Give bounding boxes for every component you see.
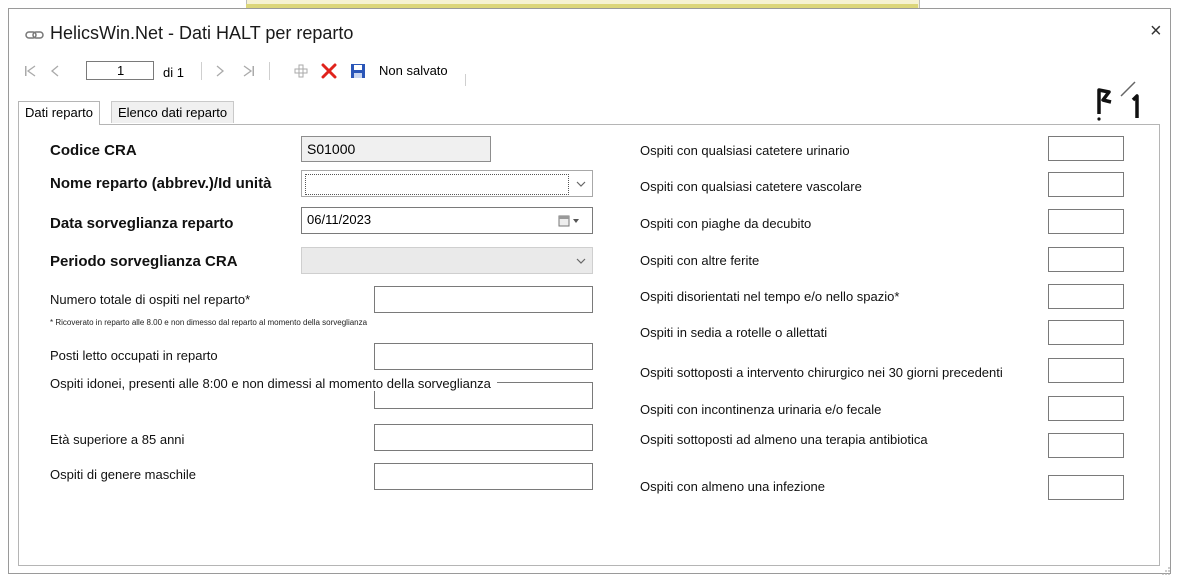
first-record-icon[interactable] <box>24 65 36 77</box>
numero-totale-note: * Ricoverato in reparto alle 8.00 e non … <box>50 318 368 327</box>
data-sorveglianza-picker[interactable]: 06/11/2023 <box>301 207 593 234</box>
sedia-rotelle-label: Ospiti in sedia a rotelle o allettati <box>640 325 828 340</box>
posti-letto-input[interactable] <box>374 343 593 370</box>
incontinenza-input[interactable] <box>1048 396 1124 421</box>
save-status-label: Non salvato <box>379 63 448 78</box>
eta-85-label: Età superiore a 85 anni <box>50 432 185 447</box>
genere-maschile-input[interactable] <box>374 463 593 490</box>
sedia-rotelle-input[interactable] <box>1048 320 1124 345</box>
catetere-urinario-label: Ospiti con qualsiasi catetere urinario <box>640 143 850 158</box>
window-title: HelicsWin.Net - Dati HALT per reparto <box>50 23 354 43</box>
previous-record-icon[interactable] <box>50 65 60 77</box>
piaghe-decubito-label: Ospiti con piaghe da decubito <box>640 216 812 231</box>
tab-dati-reparto[interactable]: Dati reparto <box>18 101 100 125</box>
save-icon[interactable] <box>350 63 366 79</box>
posti-letto-label: Posti letto occupati in reparto <box>50 348 218 363</box>
next-record-icon[interactable] <box>215 65 225 77</box>
toolbar-separator <box>201 62 202 80</box>
calendar-icon[interactable] <box>558 215 582 227</box>
toolbar-separator <box>269 62 270 80</box>
close-button[interactable]: × <box>1150 20 1162 43</box>
toolbar-separator <box>465 74 466 86</box>
ospiti-idonei-label: Ospiti idonei, presenti alle 8:00 e non … <box>50 376 497 391</box>
intervento-chirurgico-label: Ospiti sottoposti a intervento chirurgic… <box>640 365 1003 380</box>
terapia-antibiotica-input[interactable] <box>1048 433 1124 458</box>
link-icon <box>25 31 44 39</box>
periodo-sorveglianza-select[interactable] <box>301 247 593 274</box>
chevron-down-icon <box>576 181 586 187</box>
numero-totale-input[interactable] <box>374 286 593 313</box>
incontinenza-label: Ospiti con incontinenza urinaria e/o fec… <box>640 402 882 417</box>
nome-reparto-label: Nome reparto (abbrev.)/Id unità <box>50 175 272 192</box>
focus-rect <box>305 174 569 195</box>
infezione-label: Ospiti con almeno una infezione <box>640 479 826 494</box>
terapia-antibiotica-label: Ospiti sottoposti ad almeno una terapia … <box>640 432 928 447</box>
delete-icon[interactable] <box>321 63 337 79</box>
disorientati-input[interactable] <box>1048 284 1124 309</box>
page-count-label: di 1 <box>163 65 184 80</box>
periodo-sorveglianza-label: Periodo sorveglianza CRA <box>50 253 238 270</box>
disorientati-label: Ospiti disorientati nel tempo e/o nello … <box>640 289 900 304</box>
current-page-input[interactable]: 1 <box>86 61 154 80</box>
chevron-down-icon <box>576 258 586 264</box>
piaghe-decubito-input[interactable] <box>1048 209 1124 234</box>
tab-elenco-dati-reparto[interactable]: Elenco dati reparto <box>111 101 235 123</box>
altre-ferite-label: Ospiti con altre ferite <box>640 253 760 268</box>
eta-85-input[interactable] <box>374 424 593 451</box>
intervento-chirurgico-input[interactable] <box>1048 358 1124 383</box>
nome-reparto-select[interactable] <box>301 170 593 197</box>
genere-maschile-label: Ospiti di genere maschile <box>50 467 196 482</box>
infezione-input[interactable] <box>1048 475 1124 500</box>
altre-ferite-input[interactable] <box>1048 247 1124 272</box>
numero-totale-label: Numero totale di ospiti nel reparto* <box>50 292 251 307</box>
resize-grip-icon[interactable] <box>1161 566 1171 576</box>
catetere-urinario-input[interactable] <box>1048 136 1124 161</box>
pen-logo-icon <box>1097 81 1139 121</box>
data-sorveglianza-label: Data sorveglianza reparto <box>50 215 234 232</box>
catetere-vascolare-label: Ospiti con qualsiasi catetere vascolare <box>640 179 862 194</box>
add-icon[interactable] <box>294 64 308 78</box>
codice-cra-label: Codice CRA <box>50 142 137 159</box>
codice-cra-field: S01000 <box>301 136 491 162</box>
data-sorveglianza-value: 06/11/2023 <box>307 212 372 227</box>
catetere-vascolare-input[interactable] <box>1048 172 1124 197</box>
last-record-icon[interactable] <box>243 65 255 77</box>
